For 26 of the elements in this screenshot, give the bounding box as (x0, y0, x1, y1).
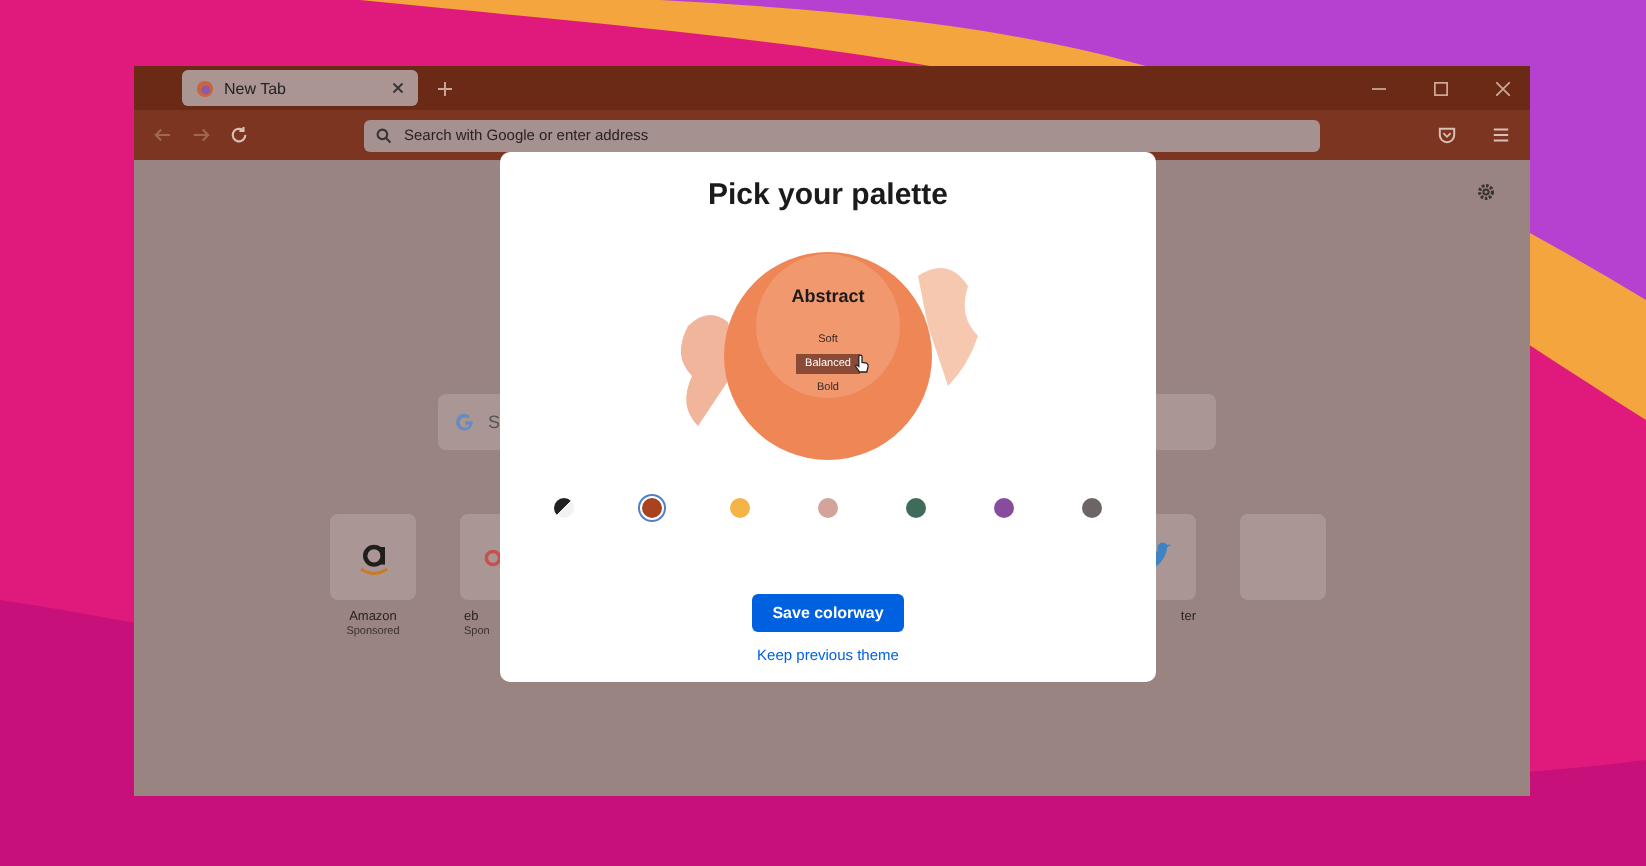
new-tab-icon[interactable] (438, 81, 452, 95)
dialog-title: Pick your palette (707, 178, 949, 212)
shortcut-tile[interactable] (330, 514, 416, 600)
settings-icon[interactable] (1476, 182, 1496, 202)
menu-icon[interactable] (1492, 126, 1510, 144)
style-title: Abstract (791, 286, 865, 306)
search-text: S (488, 412, 501, 432)
save-button[interactable]: Save colorway (752, 594, 904, 632)
tab-title: New Tab (224, 79, 288, 97)
color-swatch[interactable] (550, 494, 578, 522)
search-icon (376, 127, 392, 143)
close-icon[interactable] (392, 82, 404, 94)
browser-logo-icon (196, 79, 214, 97)
maximize-icon[interactable] (1434, 81, 1448, 95)
color-swatch[interactable] (638, 494, 666, 522)
browser-tab[interactable]: New Tab (182, 70, 418, 106)
close-icon[interactable] (1496, 81, 1510, 95)
color-swatch[interactable] (1078, 494, 1106, 522)
color-swatch[interactable] (814, 494, 842, 522)
color-swatch[interactable] (902, 494, 930, 522)
color-swatch[interactable] (990, 494, 1018, 522)
pocket-icon[interactable] (1438, 126, 1456, 144)
color-swatch[interactable] (726, 494, 754, 522)
search-engine-logo-icon (454, 411, 476, 433)
hand-cursor-icon (854, 354, 870, 374)
reload-icon[interactable] (230, 126, 248, 144)
